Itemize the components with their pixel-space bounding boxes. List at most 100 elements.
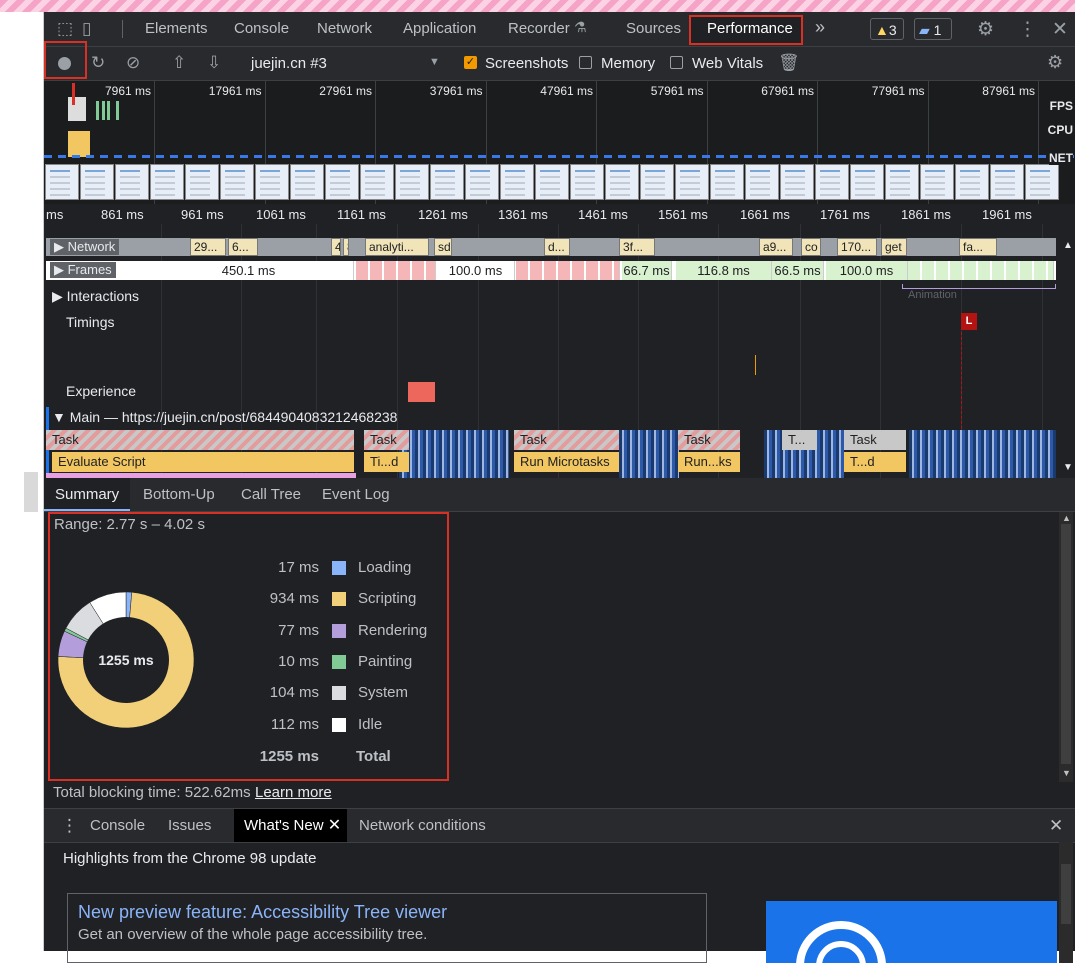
network-request-bar[interactable]: 4 [331,238,341,256]
inspect-element-icon[interactable]: ⬚ [57,19,73,39]
chevron-down-icon[interactable]: ▼ [429,56,440,68]
more-tabs-button[interactable]: » [815,17,825,38]
messages-badge[interactable]: ▰ 1 [914,18,952,40]
drawer-menu-icon[interactable]: ⋮ [61,809,78,842]
screenshot-thumbnail[interactable] [780,164,814,200]
lcp-timing-marker[interactable]: L [961,313,977,330]
screenshot-thumbnail[interactable] [290,164,324,200]
frame-duration[interactable]: 450.1 ms [144,261,354,280]
device-toolbar-icon[interactable]: ▯ [82,19,91,39]
screenshot-thumbnail[interactable] [430,164,464,200]
screenshot-thumbnail[interactable] [45,164,79,200]
timeline-overview[interactable]: 7961 ms 17961 ms 27961 ms 37961 ms 47961 ms 5… [44,81,1075,204]
screenshot-thumbnail[interactable] [955,164,989,200]
screenshot-thumbnail[interactable] [745,164,779,200]
scroll-down-icon[interactable]: ▼ [1063,462,1073,473]
network-request-bar[interactable]: sd [434,238,452,256]
screenshot-thumbnail[interactable] [220,164,254,200]
trash-icon[interactable]: 🗑 [778,53,800,73]
drawer-tab-whats-new[interactable]: What's New ✕ [234,809,348,842]
task-block[interactable]: Task [678,430,740,450]
screenshot-thumbnail[interactable] [990,164,1024,200]
screenshot-thumbnail[interactable] [115,164,149,200]
download-profile-icon[interactable]: ⇩ [207,53,221,73]
event-block[interactable]: Run...ks [678,452,740,472]
summary-scrollbar-thumb[interactable] [1061,524,1071,764]
frame-duration[interactable]: 66.7 ms [622,261,672,280]
upload-profile-icon[interactable]: ⇧ [172,53,186,73]
timings-track-label[interactable]: Timings [66,314,115,330]
screenshot-thumbnail[interactable] [885,164,919,200]
tab-recorder[interactable]: Recorder [508,20,570,37]
frame-duration[interactable]: 100.0 ms [437,261,515,280]
tab-console[interactable]: Console [234,20,289,37]
tab-bottom-up[interactable]: Bottom-Up [132,478,226,511]
kebab-menu-icon[interactable]: ⋮ [1018,18,1037,41]
frames-track-label[interactable]: ▶ Frames [50,262,116,278]
screenshot-thumbnail[interactable] [710,164,744,200]
task-block[interactable]: Task [514,430,619,450]
warnings-badge[interactable]: ▲3 [870,18,904,40]
web-vitals-checkbox[interactable] [670,56,683,69]
screenshot-thumbnail[interactable] [255,164,289,200]
tab-sources[interactable]: Sources [626,20,681,37]
screenshot-thumbnail[interactable] [815,164,849,200]
scroll-up-arrow-icon[interactable]: ▲ [1062,513,1071,523]
screenshot-thumbnail[interactable] [605,164,639,200]
experience-track-label[interactable]: Experience [66,383,136,399]
screenshot-thumbnail[interactable] [325,164,359,200]
tab-elements[interactable]: Elements [145,20,208,37]
network-request-bar[interactable]: analyti... [365,238,429,256]
drawer-scrollbar-thumb[interactable] [1061,864,1071,924]
main-track-label[interactable]: ▼ Main — https://juejin.cn/post/68449040… [52,409,397,425]
memory-checkbox[interactable] [579,56,592,69]
settings-gear-icon[interactable]: ⚙ [977,18,994,41]
drawer-tab-network-conditions[interactable]: Network conditions [359,809,486,842]
profile-select[interactable]: juejin.cn #3 [251,55,327,72]
dropped-frames[interactable] [516,261,620,280]
flame-chart[interactable]: ms 861 ms 961 ms 1061 ms 1161 ms 1261 ms 1361 … [44,204,1075,478]
screenshot-thumbnail[interactable] [395,164,429,200]
record-button[interactable] [58,57,71,70]
tab-performance[interactable]: Performance [707,20,793,37]
screenshot-thumbnail[interactable] [465,164,499,200]
network-request-bar[interactable]: get [881,238,907,256]
screenshot-thumbnail[interactable] [535,164,569,200]
screenshot-thumbnail[interactable] [150,164,184,200]
network-track-label[interactable]: ▶ Network [50,239,120,255]
network-request-bar[interactable]: 8 [343,238,349,256]
layout-shift-block[interactable] [408,382,435,402]
tab-event-log[interactable]: Event Log [311,478,401,511]
network-request-bar[interactable]: a9... [759,238,793,256]
network-request-bar[interactable]: 29... [190,238,226,256]
drawer-tab-console[interactable]: Console [90,809,145,842]
overview-window-handle[interactable] [68,97,86,121]
event-block[interactable]: T...d [844,452,906,472]
task-block[interactable]: Task [46,430,354,450]
drawer-tab-issues[interactable]: Issues [168,809,211,842]
network-request-bar[interactable]: d... [544,238,570,256]
scroll-down-arrow-icon[interactable]: ▼ [1062,768,1071,778]
tab-application[interactable]: Application [403,20,476,37]
network-request-bar[interactable]: 3f... [619,238,655,256]
tab-summary[interactable]: Summary [44,478,131,511]
tab-call-tree[interactable]: Call Tree [230,478,312,511]
screenshot-thumbnail[interactable] [850,164,884,200]
screenshot-thumbnail[interactable] [920,164,954,200]
screenshot-thumbnail[interactable] [500,164,534,200]
feature-card-title[interactable]: New preview feature: Accessibility Tree … [78,902,447,923]
frame-duration[interactable]: 116.8 ms [676,261,772,280]
screenshot-thumbnail[interactable] [360,164,394,200]
close-drawer-icon[interactable]: ✕ [1049,809,1063,842]
network-request-bar[interactable]: fa... [959,238,997,256]
network-request-bar[interactable]: 170... [837,238,877,256]
dropped-frames[interactable] [356,261,436,280]
frame-duration[interactable]: 66.5 ms [772,261,824,280]
screenshot-thumbnail[interactable] [675,164,709,200]
learn-more-link[interactable]: Learn more [255,784,332,801]
screenshot-thumbnail[interactable] [570,164,604,200]
frame-duration[interactable]: 100.0 ms [826,261,908,280]
scroll-up-icon[interactable]: ▲ [1063,240,1073,251]
interactions-track-label[interactable]: ▶ Interactions [52,288,139,305]
network-request-bar[interactable]: 6... [228,238,258,256]
